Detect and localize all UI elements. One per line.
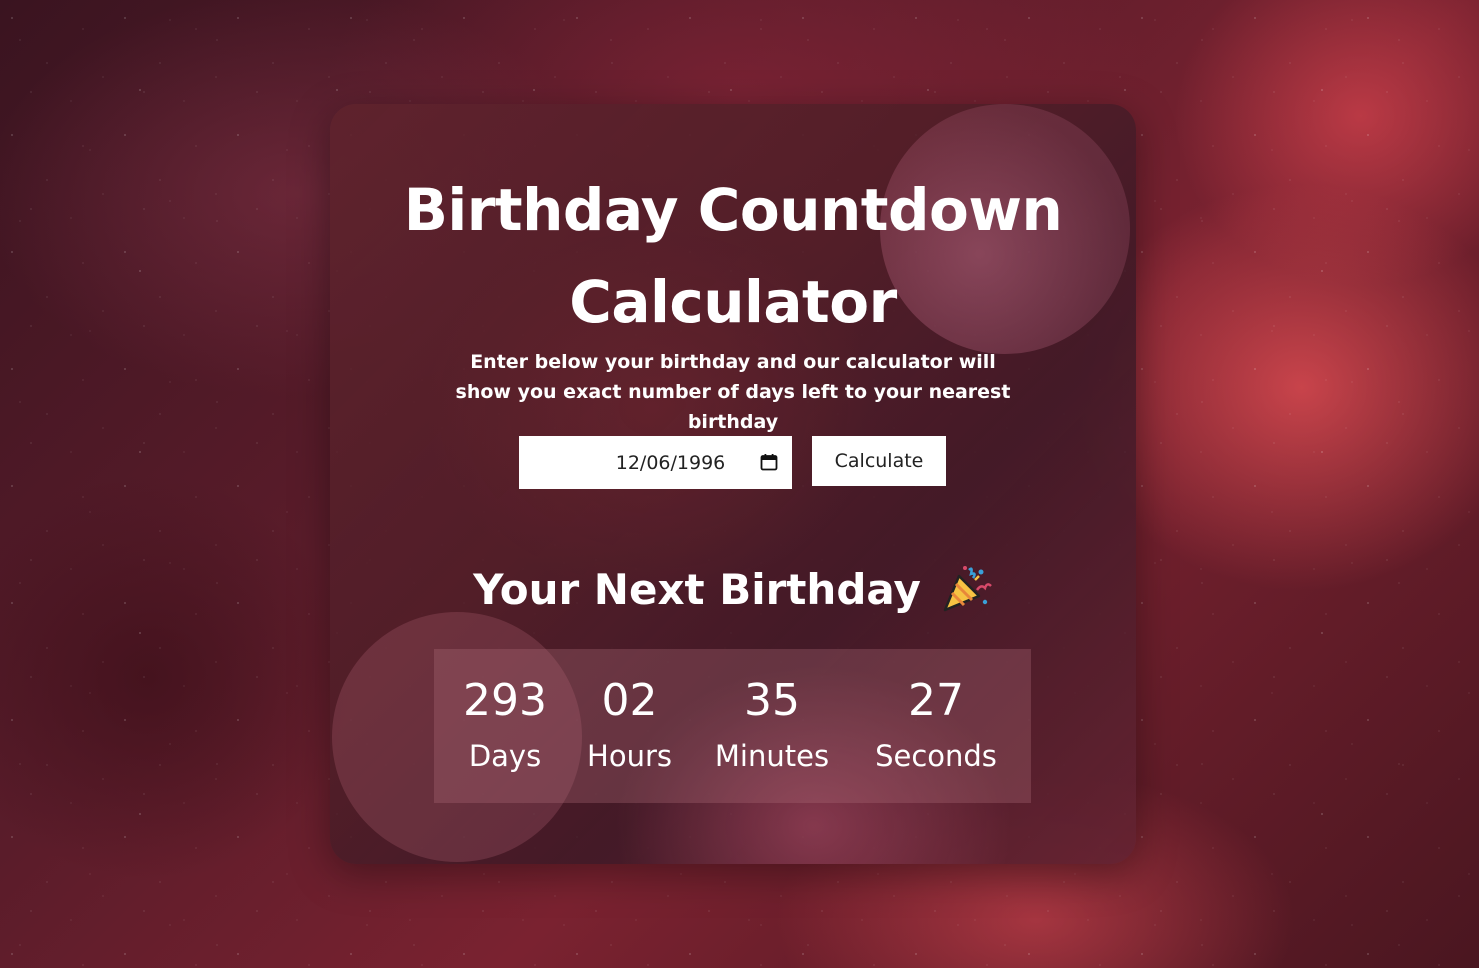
page-title: Birthday Countdown Calculator xyxy=(403,176,1063,336)
next-birthday-heading: Your Next Birthday xyxy=(330,562,1136,616)
party-popper-icon xyxy=(943,566,992,612)
page-subtitle: Enter below your birthday and our calcul… xyxy=(455,351,1011,433)
minutes-value: 35 xyxy=(744,675,800,726)
seconds-label: Seconds xyxy=(875,739,997,773)
countdown-days: 293 Days xyxy=(434,671,576,781)
countdown-hours: 02 Hours xyxy=(576,671,683,781)
birthday-date-input[interactable]: 12/06/1996 xyxy=(519,436,792,489)
hours-value: 02 xyxy=(601,675,658,726)
countdown-panel: 293 Days 02 Hours 35 Minutes 27 Seconds xyxy=(434,649,1031,803)
countdown-card: Birthday Countdown Calculator Enter belo… xyxy=(330,104,1136,864)
calendar-icon[interactable] xyxy=(760,453,778,471)
date-input-value: 12/06/1996 xyxy=(615,451,726,474)
countdown-minutes: 35 Minutes xyxy=(703,671,841,781)
days-label: Days xyxy=(468,739,542,773)
calculate-button[interactable]: Calculate xyxy=(812,436,946,486)
next-birthday-heading-text: Your Next Birthday xyxy=(473,564,921,614)
hours-label: Hours xyxy=(587,739,672,773)
days-value: 293 xyxy=(463,675,547,726)
minutes-label: Minutes xyxy=(714,739,830,773)
countdown-seconds: 27 Seconds xyxy=(859,671,1013,781)
seconds-value: 27 xyxy=(908,675,964,726)
